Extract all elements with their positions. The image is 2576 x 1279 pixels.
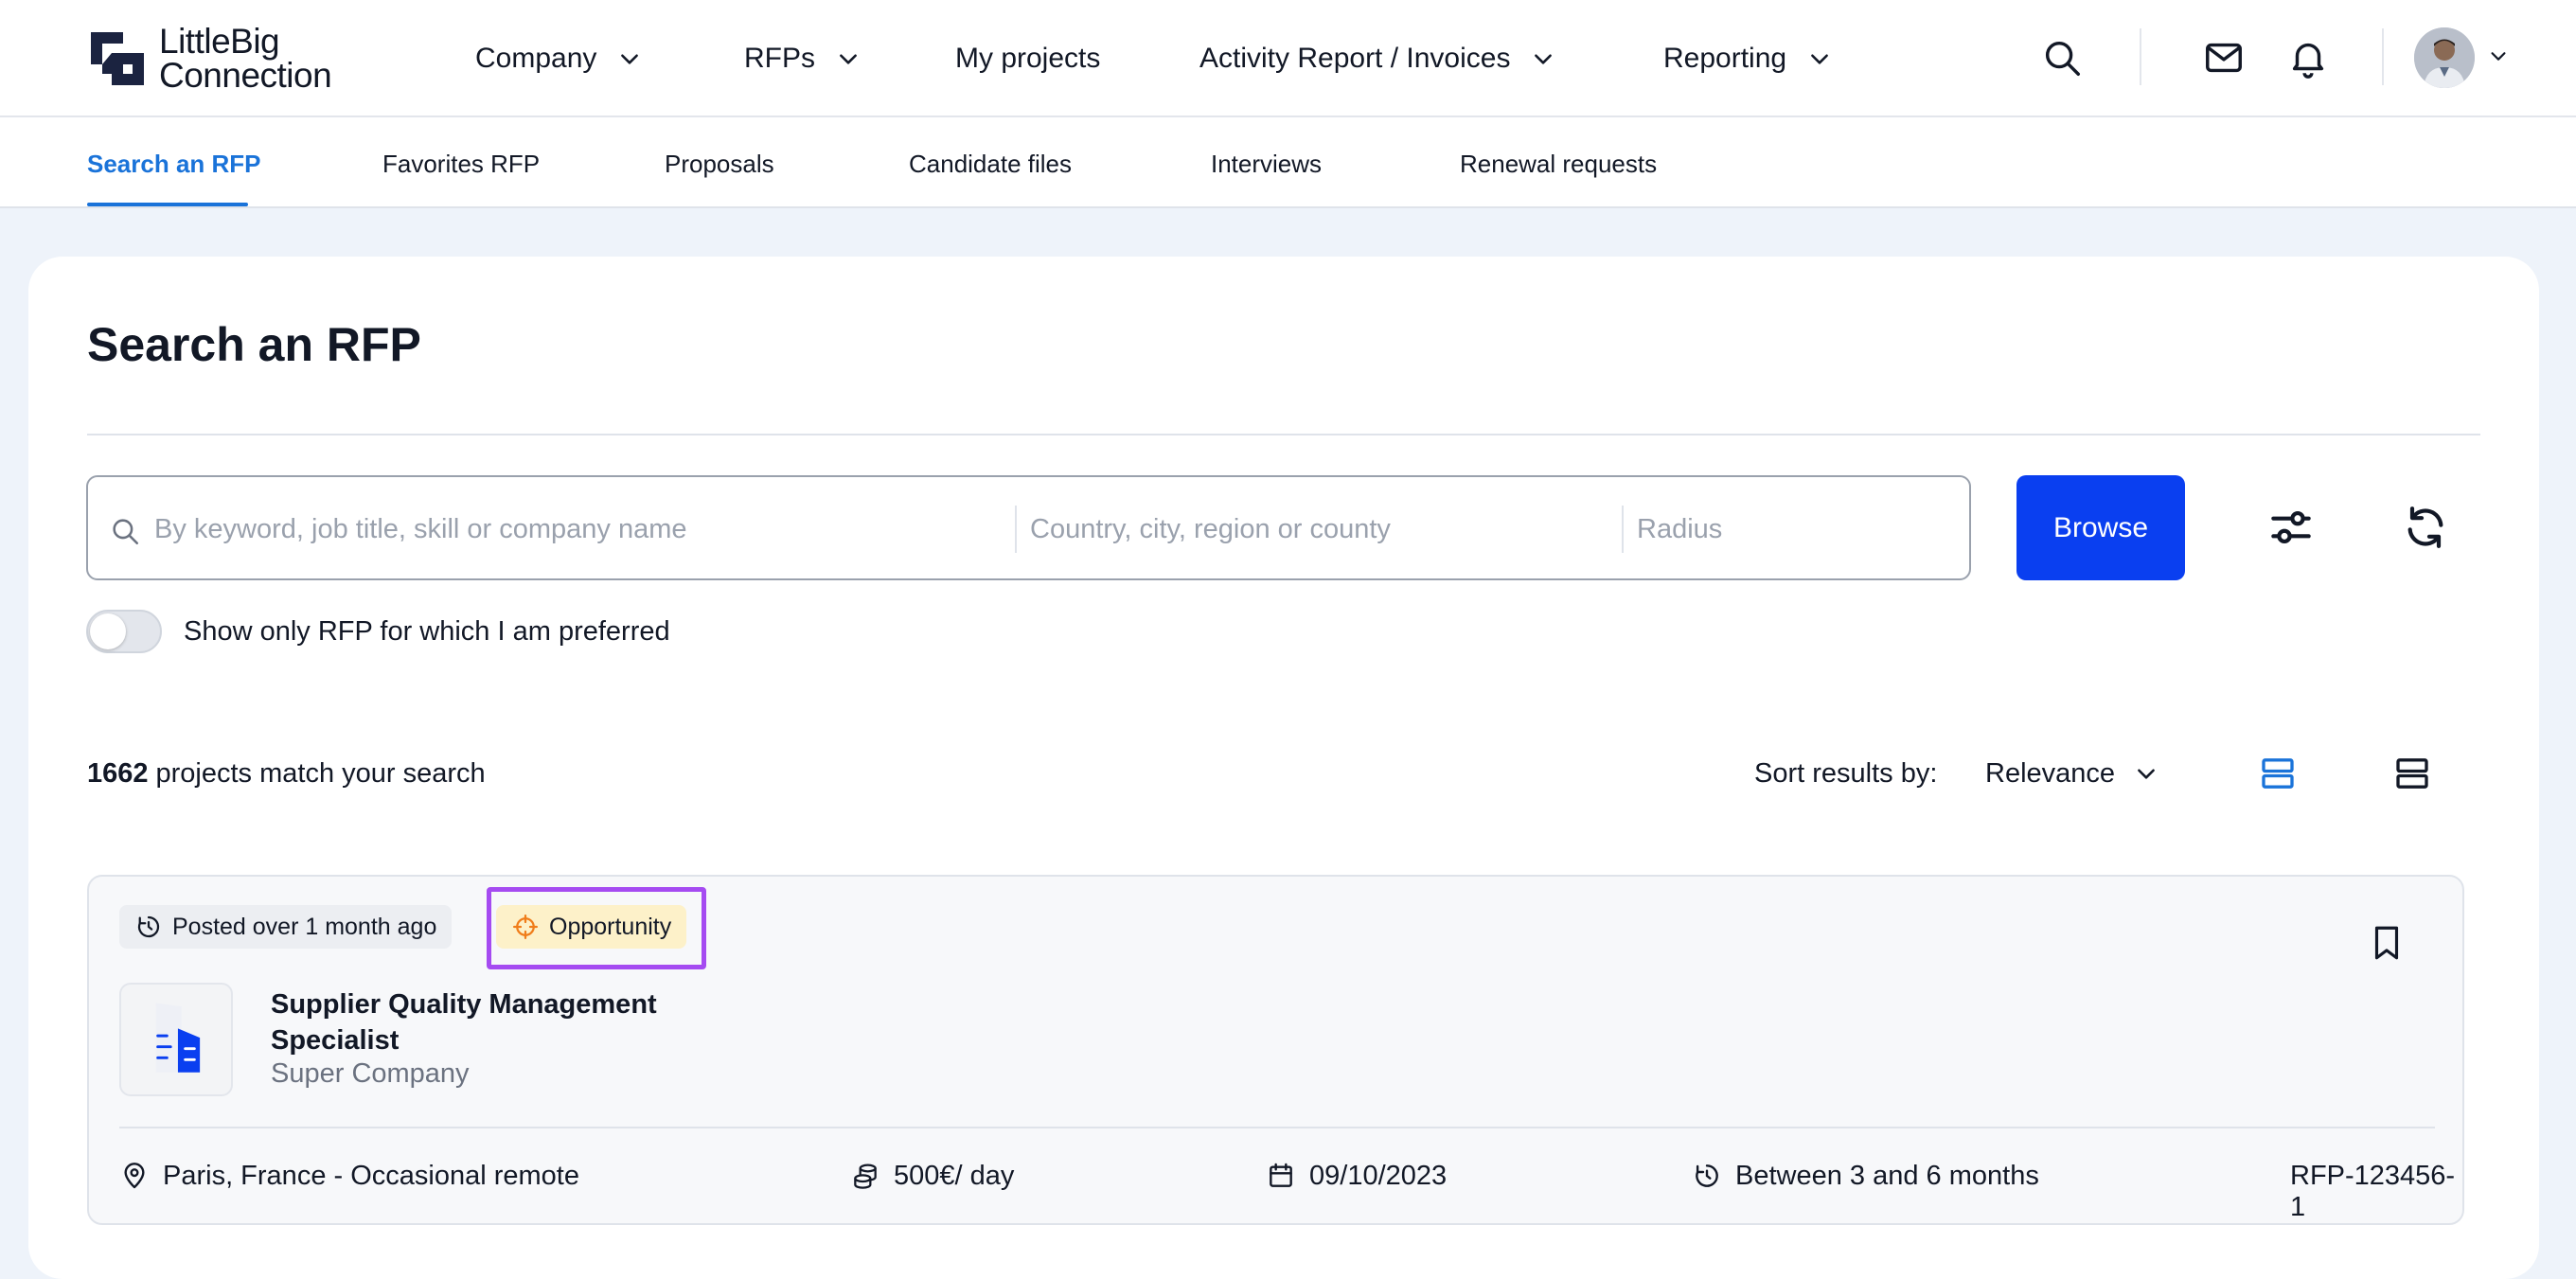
mail-icon[interactable] [2202,36,2246,80]
nav-activity-report-label: Activity Report / Invoices [1199,43,1511,74]
history-icon [137,915,160,938]
coins-icon [854,1164,877,1189]
date-text: 09/10/2023 [1309,1160,1448,1191]
divider [1015,506,1017,553]
filters-icon[interactable] [2265,501,2318,554]
nav-reporting-label: Reporting [1663,43,1787,74]
date-meta: 09/10/2023 [1266,1157,1447,1195]
sort-select-value: Relevance [1985,757,2116,789]
posted-badge-text: Posted over 1 month ago [172,913,437,940]
preferred-toggle[interactable] [86,610,162,653]
rate-meta: 500€/ day [850,1157,1014,1195]
sort-label: Sort results by: [1754,758,1938,789]
sub-tabs: Search an RFP Favorites RFP Proposals Ca… [0,117,2576,208]
history-icon [1696,1164,1718,1187]
divider [87,434,2480,435]
results-count: 1662 projects match your search [87,758,486,790]
rfp-result-card[interactable]: Posted over 1 month ago Opportunity Supp… [87,875,2464,1225]
bookmark-icon[interactable] [2367,920,2407,966]
location-input[interactable] [1030,509,1608,549]
nav-activity-report[interactable]: Activity Report / Invoices [1199,38,1555,80]
calendar-icon [1270,1163,1292,1187]
top-navigation-bar: LittleBig Connection Company RFPs My pro… [0,0,2576,117]
user-avatar-icon [2414,27,2475,88]
logo[interactable]: LittleBig Connection [87,22,332,95]
divider [2140,28,2141,85]
chevron-down-icon [2138,769,2155,779]
tab-proposals[interactable]: Proposals [665,150,774,179]
logo-mark-icon [91,32,144,85]
results-count-number: 1662 [87,758,149,789]
chevron-down-icon [1811,54,1828,64]
nav-my-projects[interactable]: My projects [955,38,1100,80]
duration-meta: Between 3 and 6 months [1692,1157,2039,1195]
duration-text: Between 3 and 6 months [1735,1160,2039,1191]
logo-text-line1: LittleBig [159,22,280,61]
preferred-toggle-label: Show only RFP for which I am preferred [184,616,670,647]
tab-candidate-files[interactable]: Candidate files [909,150,1072,179]
tab-interviews[interactable]: Interviews [1211,150,1322,179]
sort-select[interactable]: Relevance [1985,755,2159,792]
rate-text: 500€/ day [894,1160,1015,1191]
location-pin-icon [124,1163,145,1189]
highlight-outline [487,887,706,969]
job-title[interactable]: Supplier Quality Management Specialist [271,986,706,1058]
reset-icon[interactable] [2399,501,2452,554]
active-tab-indicator [87,203,248,206]
company-name: Super Company [271,1058,470,1089]
toggle-knob [90,613,126,649]
nav-my-projects-label: My projects [955,43,1101,74]
tab-renewal-requests[interactable]: Renewal requests [1460,150,1657,179]
location-text: Paris, France - Occasional remote [163,1160,579,1191]
divider [119,1127,2435,1128]
search-icon [113,519,139,545]
tab-search-rfp[interactable]: Search an RFP [87,150,261,179]
posted-badge: Posted over 1 month ago [119,905,453,949]
main-card: Search an RFP Browse Show only RFP for w… [28,257,2539,1279]
chevron-down-icon [621,54,639,64]
results-count-text: projects match your search [155,758,486,789]
page-title: Search an RFP [87,318,421,371]
location-meta: Paris, France - Occasional remote [119,1157,579,1195]
compact-view-icon[interactable] [2393,755,2431,792]
list-view-icon[interactable] [2259,755,2297,792]
logo-text: LittleBig Connection [159,22,332,95]
building-icon [155,1003,201,1073]
radius-input[interactable] [1637,509,1949,549]
chevron-down-icon [1535,54,1553,64]
logo-text-line2: Connection [159,56,332,95]
divider [1622,506,1624,553]
keyword-input[interactable] [154,509,1006,549]
nav-reporting[interactable]: Reporting [1663,38,1832,80]
nav-rfps[interactable]: RFPs [744,38,861,80]
company-logo [119,983,233,1096]
browse-button[interactable]: Browse [2016,475,2185,580]
nav-rfps-label: RFPs [744,43,815,74]
chevron-down-icon[interactable] [2488,45,2509,66]
search-icon[interactable] [2040,36,2084,80]
tab-favorites-rfp[interactable]: Favorites RFP [382,150,540,179]
bell-icon[interactable] [2286,36,2330,80]
divider [2382,28,2384,85]
nav-company-label: Company [475,43,597,74]
search-bar [86,475,1971,580]
avatar[interactable] [2414,27,2475,88]
chevron-down-icon [840,54,857,64]
rfp-reference: RFP-123456-1 [2290,1161,2456,1222]
nav-company[interactable]: Company [475,38,642,80]
